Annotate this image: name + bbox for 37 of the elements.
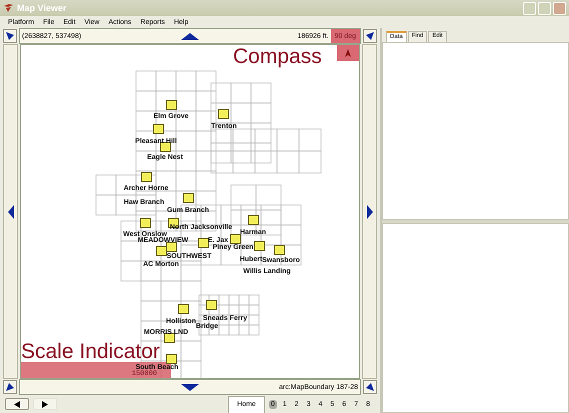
pan-southeast-button[interactable] xyxy=(363,380,377,394)
map-marker-icon[interactable] xyxy=(156,246,167,256)
map-marker-icon[interactable] xyxy=(164,333,175,343)
map-marker-icon[interactable] xyxy=(248,215,259,225)
map-marker-icon[interactable] xyxy=(178,304,189,314)
pan-left-icon[interactable] xyxy=(8,204,14,218)
map-marker-icon[interactable] xyxy=(153,124,164,134)
left-triangle-icon xyxy=(14,400,20,408)
map-marker-icon[interactable] xyxy=(166,100,177,110)
map-marker-icon[interactable] xyxy=(166,242,177,252)
right-triangle-icon xyxy=(42,400,48,408)
scale-indicator-caption: Scale Indicator xyxy=(21,340,160,364)
pan-up-icon[interactable] xyxy=(181,32,199,40)
map-marker-icon[interactable] xyxy=(141,172,152,182)
map-marker-icon[interactable] xyxy=(206,300,217,310)
map-marker-icon[interactable] xyxy=(160,142,171,152)
pan-down-icon[interactable] xyxy=(181,384,199,390)
pan-northwest-button[interactable] xyxy=(3,29,17,43)
map-marker-icon[interactable] xyxy=(274,245,285,255)
app-logo-icon xyxy=(3,3,14,13)
map-marker-icon[interactable] xyxy=(140,218,151,228)
map-marker-icon[interactable] xyxy=(230,234,241,244)
north-arrow-icon xyxy=(345,49,351,57)
map-marker-icon[interactable] xyxy=(254,241,265,251)
back-button[interactable] xyxy=(5,398,29,410)
splitter-handle[interactable] xyxy=(382,220,569,223)
map-marker-icon[interactable] xyxy=(198,238,209,248)
map-marker-icon[interactable] xyxy=(218,109,229,119)
pan-southwest-button[interactable] xyxy=(3,380,17,394)
map-marker-icon[interactable] xyxy=(166,354,177,364)
map-marker-icon[interactable] xyxy=(183,193,194,203)
map-canvas[interactable] xyxy=(20,44,360,379)
forward-button[interactable] xyxy=(33,398,57,410)
compass-caption: Compass xyxy=(233,45,322,69)
pan-northeast-button[interactable] xyxy=(363,29,377,43)
pan-right-icon[interactable] xyxy=(366,204,372,218)
window-title: Map Viewer xyxy=(17,3,66,13)
